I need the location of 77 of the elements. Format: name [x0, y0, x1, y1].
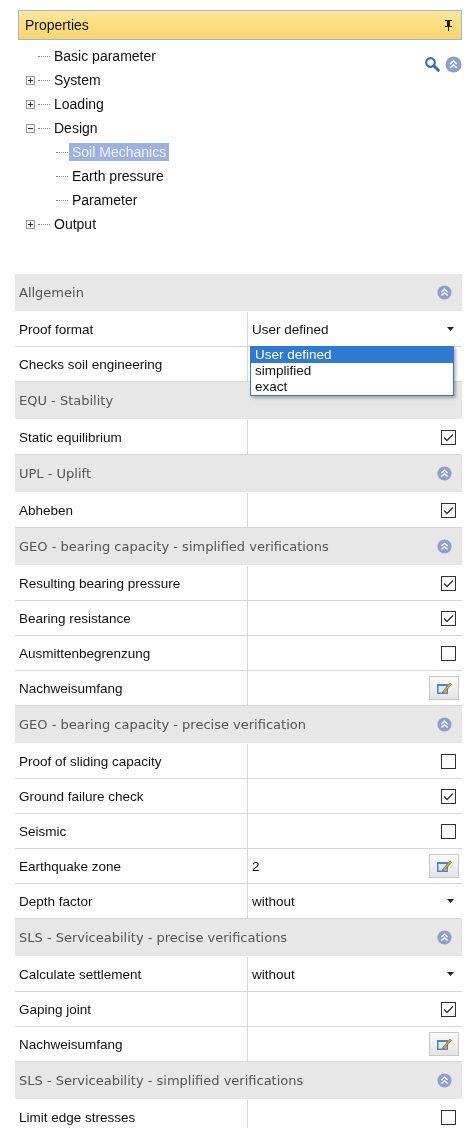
checkbox[interactable]	[441, 429, 456, 445]
section-header[interactable]: Allgemein	[15, 274, 462, 312]
expander-icon[interactable]	[26, 219, 35, 229]
checkbox[interactable]	[441, 575, 456, 591]
edit-icon	[436, 681, 452, 695]
section-header[interactable]: UPL - Uplift	[15, 455, 462, 493]
checkbox[interactable]	[441, 645, 456, 661]
dropdown-field[interactable]: User defined	[252, 312, 456, 346]
edit-icon	[436, 859, 452, 873]
section-title: SLS - Serviceability - precise verifications	[19, 930, 289, 945]
panel-title: Properties	[25, 17, 90, 33]
edit-button[interactable]	[429, 854, 459, 878]
collapse-icon[interactable]	[437, 539, 452, 554]
section-title: SLS - Serviceability - simplified verifications	[19, 1073, 305, 1088]
collapse-icon[interactable]	[437, 466, 452, 481]
checkbox[interactable]	[441, 1001, 456, 1017]
tree-item[interactable]: Earth pressure	[69, 167, 167, 185]
tree-item[interactable]: Parameter	[69, 191, 141, 209]
edit-button[interactable]	[429, 676, 459, 700]
property-label: Abheben	[19, 502, 74, 518]
caret-icon	[447, 899, 454, 903]
dropdown-field[interactable]: without	[252, 884, 456, 918]
tree-item[interactable]: System	[51, 71, 104, 89]
property-label: Nachweisumfang	[19, 1036, 123, 1052]
section-title: UPL - Uplift	[19, 466, 92, 481]
section-header[interactable]: SLS - Serviceability - precise verifications	[15, 919, 462, 957]
property-label: Nachweisumfang	[19, 680, 123, 696]
expander-icon[interactable]	[26, 75, 35, 85]
section-title: EQU - Stability	[19, 393, 115, 408]
checkbox[interactable]	[441, 610, 456, 626]
checkbox[interactable]	[441, 823, 456, 839]
section-header[interactable]: GEO - bearing capacity - precise verification	[15, 706, 462, 744]
collapse-all-icon[interactable]	[445, 56, 462, 73]
property-label: Earthquake zone	[19, 858, 122, 874]
edit-icon	[436, 1037, 452, 1051]
collapse-icon[interactable]	[437, 285, 452, 300]
dropdown-field[interactable]: without	[252, 957, 456, 991]
collapse-icon[interactable]	[437, 717, 452, 732]
property-label: Seismic	[19, 823, 67, 839]
search-icon[interactable]	[424, 56, 440, 72]
caret-icon	[447, 972, 454, 976]
collapse-icon[interactable]	[437, 1073, 452, 1088]
property-label: Limit edge stresses	[19, 1109, 136, 1125]
section-title: GEO - bearing capacity - precise verification	[19, 717, 307, 732]
checkbox[interactable]	[441, 1109, 456, 1125]
property-label: Static equilibrium	[19, 429, 122, 445]
checkbox[interactable]	[441, 502, 456, 518]
collapse-icon[interactable]	[437, 930, 452, 945]
property-label: Proof of sliding capacity	[19, 753, 162, 769]
tree-item[interactable]: Design	[51, 119, 101, 137]
property-label: Resulting bearing pressure	[19, 575, 181, 591]
section-title: GEO - bearing capacity - simplified verifications	[19, 539, 330, 554]
pin-icon[interactable]	[444, 19, 453, 31]
section-header[interactable]: SLS - Serviceability - simplified verifications	[15, 1062, 462, 1100]
section-title: Allgemein	[19, 285, 85, 300]
property-label: Calculate settlement	[19, 966, 142, 982]
property-label: Checks soil engineering	[19, 356, 163, 372]
property-label: Proof format	[19, 321, 94, 337]
tree-item[interactable]: Output	[51, 215, 100, 233]
dropdown-option[interactable]: simplified	[251, 363, 453, 379]
dropdown-option[interactable]: exact	[251, 379, 453, 395]
dropdown-option[interactable]: User defined	[251, 347, 453, 363]
section-header[interactable]: GEO - bearing capacity - simplified verifications	[15, 528, 462, 566]
tree-item[interactable]: Basic parameter	[51, 47, 159, 65]
property-label: Depth factor	[19, 893, 93, 909]
property-value: 2	[252, 858, 260, 874]
edit-button[interactable]	[429, 1032, 459, 1056]
property-label: Bearing resistance	[19, 610, 131, 626]
checkbox[interactable]	[441, 788, 456, 804]
tree-item[interactable]: Loading	[51, 95, 107, 113]
property-label: Gaping joint	[19, 1001, 92, 1017]
property-label: Ground failure check	[19, 788, 144, 804]
property-label: Ausmittenbegrenzung	[19, 645, 151, 661]
checkbox[interactable]	[441, 753, 456, 769]
expander-icon[interactable]	[26, 123, 35, 133]
caret-icon	[447, 327, 454, 331]
expander-icon[interactable]	[26, 99, 35, 109]
